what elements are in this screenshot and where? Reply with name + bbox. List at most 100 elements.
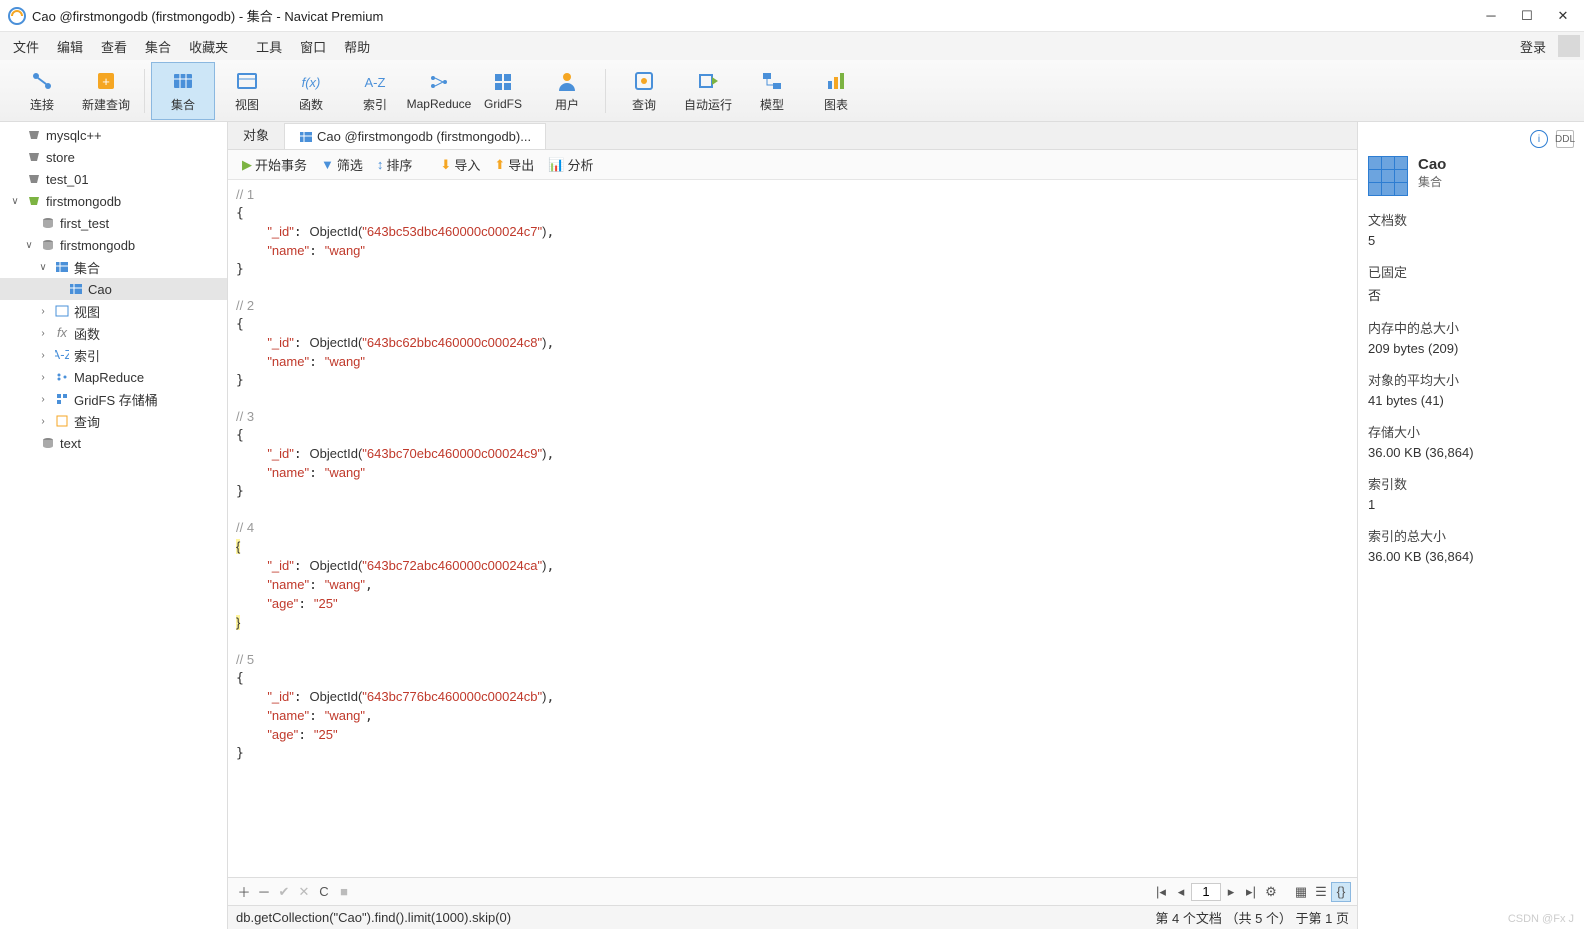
menu-3[interactable]: 集合 <box>136 36 180 59</box>
last-page-button[interactable]: ▸| <box>1241 882 1261 902</box>
tree-item-11[interactable]: ›MapReduce <box>0 366 227 388</box>
expand-icon[interactable]: › <box>36 350 50 361</box>
tool-connection[interactable]: 连接 <box>10 62 74 120</box>
settings-icon[interactable]: ⚙ <box>1261 882 1281 902</box>
tool-user[interactable]: 用户 <box>535 62 599 120</box>
avatar-icon[interactable] <box>1558 35 1580 57</box>
mapreduce-icon <box>54 369 70 385</box>
tool-query-new[interactable]: +新建查询 <box>74 62 138 120</box>
expand-icon[interactable]: › <box>36 416 50 427</box>
expand-icon[interactable]: › <box>36 372 50 383</box>
minimize-button[interactable]: ─ <box>1484 9 1498 23</box>
menu-2[interactable]: 查看 <box>92 36 136 59</box>
index-icon: A-Z <box>54 347 70 363</box>
tree-item-10[interactable]: ›A-Z索引 <box>0 344 227 366</box>
info-icon-1[interactable]: i <box>1530 130 1548 148</box>
tool-index[interactable]: A-Z索引 <box>343 62 407 120</box>
stop-button[interactable]: ■ <box>334 882 354 902</box>
menu-7[interactable]: 帮助 <box>335 36 379 59</box>
connection-icon <box>30 69 54 93</box>
expand-icon[interactable]: ∨ <box>22 240 36 251</box>
apply-button[interactable]: ✔ <box>274 882 294 902</box>
tree-item-2[interactable]: test_01 <box>0 168 227 190</box>
maximize-button[interactable]: ☐ <box>1520 9 1534 23</box>
tree-item-3[interactable]: ∨firstmongodb <box>0 190 227 212</box>
status-position: 第 4 个文档 （共 5 个） 于第 1 页 <box>1155 908 1349 927</box>
json-view-button[interactable]: {} <box>1331 882 1351 902</box>
subtool-analyze[interactable]: 📊分析 <box>542 152 599 177</box>
svg-text:A-Z: A-Z <box>55 348 69 362</box>
subtool-filter[interactable]: ▼筛选 <box>315 152 369 177</box>
window-controls: ─ ☐ ✕ <box>1484 9 1576 23</box>
tree-item-13[interactable]: ›查询 <box>0 410 227 432</box>
subtool-import[interactable]: ⬇导入 <box>434 152 486 177</box>
page-input[interactable] <box>1191 883 1221 901</box>
window-title: Cao @firstmongodb (firstmongodb) - 集合 - … <box>32 6 1484 25</box>
server-mongo-icon <box>26 193 42 209</box>
login-link[interactable]: 登录 <box>1512 33 1554 60</box>
expand-icon[interactable]: ∨ <box>36 262 50 273</box>
tab-0[interactable]: 对象 <box>228 119 284 149</box>
server-icon <box>26 149 42 165</box>
subtool-sort[interactable]: ↕排序 <box>371 152 419 177</box>
tree-item-4[interactable]: first_test <box>0 212 227 234</box>
close-button[interactable]: ✕ <box>1556 9 1570 23</box>
expand-icon[interactable]: ∨ <box>8 196 22 207</box>
subtool-transaction[interactable]: ▶开始事务 <box>236 152 313 177</box>
tool-autorun[interactable]: 自动运行 <box>676 62 740 120</box>
first-page-button[interactable]: |◂ <box>1151 882 1171 902</box>
tool-view[interactable]: 视图 <box>215 62 279 120</box>
titlebar: Cao @firstmongodb (firstmongodb) - 集合 - … <box>0 0 1584 32</box>
index-icon: A-Z <box>363 69 387 93</box>
subtool-export[interactable]: ⬆导出 <box>488 152 540 177</box>
view-icon <box>235 69 259 93</box>
tool-mapreduce[interactable]: MapReduce <box>407 62 471 120</box>
info-prop-2: 内存中的总大小209 bytes (209) <box>1368 318 1574 356</box>
menu-6[interactable]: 窗口 <box>291 36 335 59</box>
expand-icon[interactable]: › <box>36 306 50 317</box>
prev-page-button[interactable]: ◂ <box>1171 882 1191 902</box>
tree-item-5[interactable]: ∨firstmongodb <box>0 234 227 256</box>
document-editor[interactable]: // 1 { "_id": ObjectId("643bc53dbc460000… <box>228 180 1357 877</box>
sidebar-tree[interactable]: mysqlc++storetest_01∨firstmongodbfirst_t… <box>0 122 228 929</box>
tree-item-12[interactable]: ›GridFS 存储桶 <box>0 388 227 410</box>
filter-icon: ▼ <box>321 157 334 172</box>
menu-4[interactable]: 收藏夹 <box>180 36 237 59</box>
tree-item-6[interactable]: ∨集合 <box>0 256 227 278</box>
refresh-button[interactable]: C <box>314 882 334 902</box>
tool-collection[interactable]: 集合 <box>151 62 215 120</box>
info-icon-2[interactable]: DDL <box>1556 130 1574 148</box>
tab-1[interactable]: Cao @firstmongodb (firstmongodb)... <box>284 123 546 149</box>
model-icon <box>760 69 784 93</box>
bottom-toolbar: ＋ － ✔ ✕ C ■ |◂ ◂ ▸ ▸| ⚙ ▦ ☰ {} <box>228 877 1357 905</box>
sub-toolbar: ▶开始事务▼筛选↕排序 ⬇导入⬆导出📊分析 <box>228 150 1357 180</box>
menubar: 文件编辑查看集合收藏夹工具窗口帮助 登录 <box>0 32 1584 60</box>
db-icon <box>40 435 56 451</box>
menu-1[interactable]: 编辑 <box>48 36 92 59</box>
tree-item-0[interactable]: mysqlc++ <box>0 124 227 146</box>
tool-model[interactable]: 模型 <box>740 62 804 120</box>
expand-icon[interactable]: › <box>36 328 50 339</box>
tree-item-14[interactable]: text <box>0 432 227 454</box>
tool-chart[interactable]: 图表 <box>804 62 868 120</box>
next-page-button[interactable]: ▸ <box>1221 882 1241 902</box>
tree-item-8[interactable]: ›视图 <box>0 300 227 322</box>
tool-function[interactable]: f(x)函数 <box>279 62 343 120</box>
grid-view-button[interactable]: ▦ <box>1291 882 1311 902</box>
tree-item-9[interactable]: ›fx函数 <box>0 322 227 344</box>
expand-icon[interactable]: › <box>36 394 50 405</box>
tool-query[interactable]: 查询 <box>612 62 676 120</box>
menu-5[interactable]: 工具 <box>247 36 291 59</box>
collection-icon <box>68 281 84 297</box>
menu-0[interactable]: 文件 <box>4 36 48 59</box>
tree-view-button[interactable]: ☰ <box>1311 882 1331 902</box>
view-icon <box>54 303 70 319</box>
tree-item-7[interactable]: Cao <box>0 278 227 300</box>
tool-gridfs[interactable]: GridFS <box>471 62 535 120</box>
tree-item-1[interactable]: store <box>0 146 227 168</box>
cancel-button[interactable]: ✕ <box>294 882 314 902</box>
info-prop-0: 文档数5 <box>1368 210 1574 248</box>
add-button[interactable]: ＋ <box>234 882 254 902</box>
remove-button[interactable]: － <box>254 882 274 902</box>
function-icon: f(x) <box>299 69 323 93</box>
